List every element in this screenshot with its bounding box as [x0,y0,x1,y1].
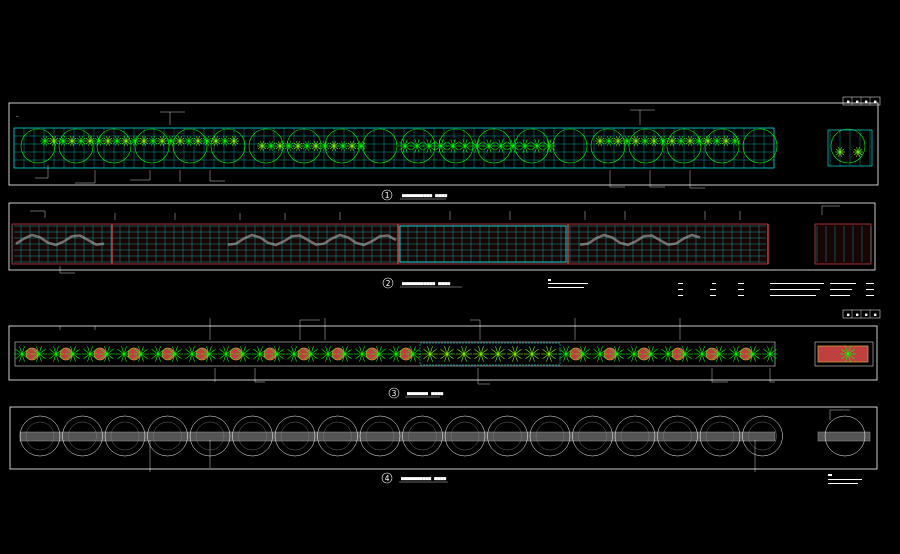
panel-2-number: 2 [386,279,391,288]
panel-2-end-paving [814,223,872,265]
cad-drawing-canvas[interactable]: ■ ■ ■ ■ — 1 ■■■■■■■■■■ ■■■■ 2 ■■■■■■■■■■… [0,0,900,554]
panel-3-caption-text: ■■■■■■■ ■■■■ [407,391,443,397]
panel-4-end-strip [817,431,871,442]
panel-2-caption-text: ■■■■■■■■■■■ ■■■■ [402,281,450,287]
panel-4-number: 4 [385,474,390,483]
drawing-background [0,0,900,554]
panel-3-number: 3 [392,389,397,398]
panel-1-number: 1 [385,191,390,200]
panel-4-bench-strip [19,431,776,442]
panel-4-caption-text: ■■■■■■■■■■ ■■■■ [401,476,446,482]
panel-1-caption-text: ■■■■■■■■■■ ■■■■ [402,193,447,199]
